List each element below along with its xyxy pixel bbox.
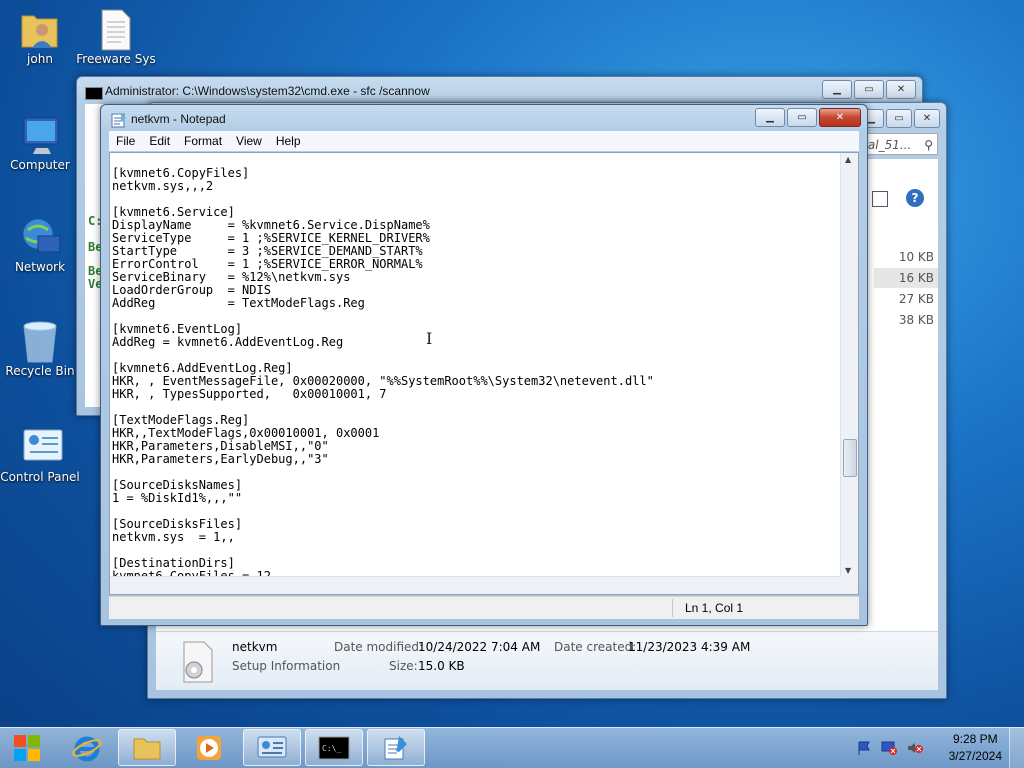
explorer-close-button[interactable]: ✕ bbox=[914, 109, 940, 128]
menu-edit[interactable]: Edit bbox=[142, 131, 177, 151]
explorer-search-input[interactable]: ral_51... ⚲ bbox=[858, 133, 938, 155]
file-size: 16 KB bbox=[874, 268, 938, 288]
network-icon bbox=[20, 216, 61, 256]
vertical-scrollbar[interactable]: ▲ ▼ bbox=[840, 153, 858, 577]
date-modified-value: 10/24/2022 7:04 AM bbox=[418, 640, 541, 654]
taskbar-control-panel[interactable] bbox=[243, 729, 301, 766]
volume-muted-icon[interactable] bbox=[906, 740, 924, 756]
notepad-close-button[interactable]: ✕ bbox=[819, 108, 861, 127]
menu-help[interactable]: Help bbox=[269, 131, 308, 151]
notepad-window[interactable]: netkvm - Notepad ▁ ▭ ✕ File Edit Format … bbox=[100, 104, 868, 626]
notepad-app-icon bbox=[111, 112, 127, 131]
file-size: 27 KB bbox=[898, 292, 934, 306]
desktop-icon-control-panel[interactable]: Control Panel bbox=[0, 426, 80, 484]
desktop-icon-john[interactable]: john bbox=[0, 8, 80, 66]
folder-icon bbox=[133, 738, 161, 759]
notepad-menubar: File Edit Format View Help bbox=[109, 131, 859, 151]
notepad-text-content: [kvmnet6.CopyFiles] netkvm.sys,,,2 [kvmn… bbox=[112, 166, 654, 583]
action-center-flag-icon[interactable] bbox=[856, 740, 872, 756]
desktop-icon-network[interactable]: Network bbox=[0, 216, 80, 274]
horizontal-scrollbar[interactable] bbox=[110, 576, 841, 594]
setup-file-icon bbox=[178, 640, 218, 687]
details-pane: netkvm Setup Information Date modified: … bbox=[156, 631, 938, 690]
notepad-maximize-button[interactable]: ▭ bbox=[787, 108, 817, 127]
start-button[interactable] bbox=[0, 729, 54, 766]
scroll-down-arrow-icon[interactable]: ▼ bbox=[845, 566, 851, 575]
windows-logo-icon bbox=[14, 734, 40, 761]
cmd-minimize-button[interactable]: ▁ bbox=[822, 80, 852, 99]
user-folder-icon bbox=[20, 8, 60, 48]
internet-explorer-icon bbox=[72, 736, 102, 761]
explorer-maximize-button[interactable]: ▭ bbox=[886, 109, 912, 128]
taskbar-file-explorer[interactable] bbox=[118, 729, 176, 766]
details-file-name: netkvm bbox=[232, 640, 278, 654]
preview-pane-icon[interactable] bbox=[872, 191, 888, 207]
notepad-text-area[interactable]: [kvmnet6.CopyFiles] netkvm.sys,,,2 [kvmn… bbox=[109, 152, 859, 595]
clock-date: 3/27/2024 bbox=[948, 749, 1002, 763]
document-icon bbox=[96, 8, 136, 51]
size-value: 15.0 KB bbox=[418, 659, 465, 673]
vertical-scroll-thumb[interactable] bbox=[843, 439, 857, 478]
network-disconnected-icon[interactable] bbox=[880, 740, 898, 756]
cursor-position: Ln 1, Col 1 bbox=[685, 601, 744, 615]
details-file-type: Setup Information bbox=[232, 659, 341, 673]
taskbar-notepad[interactable] bbox=[367, 729, 425, 766]
svg-text:C:\_: C:\_ bbox=[322, 744, 341, 753]
taskbar: C:\_ 9:28 PM 3/27/2024 bbox=[0, 727, 1024, 768]
scroll-up-arrow-icon[interactable]: ▲ bbox=[845, 155, 851, 164]
desktop-icon-computer[interactable]: Computer bbox=[0, 114, 80, 172]
menu-file[interactable]: File bbox=[109, 131, 142, 151]
control-panel-icon bbox=[257, 736, 287, 757]
taskbar-media-player[interactable] bbox=[180, 729, 238, 766]
desktop-icon-recycle-bin[interactable]: Recycle Bin bbox=[0, 320, 80, 378]
notepad-statusbar: Ln 1, Col 1 bbox=[109, 596, 859, 619]
text-cursor-icon: I bbox=[426, 329, 433, 348]
menu-format[interactable]: Format bbox=[177, 131, 229, 151]
help-icon[interactable]: ? bbox=[906, 189, 924, 207]
desktop-icon-freeware-sys[interactable]: Freeware Sys bbox=[76, 8, 156, 66]
file-size: 38 KB bbox=[898, 313, 934, 327]
size-label: Size: bbox=[389, 659, 418, 673]
cmd-maximize-button[interactable]: ▭ bbox=[854, 80, 884, 99]
taskbar-cmd[interactable]: C:\_ bbox=[305, 729, 363, 766]
search-icon: ⚲ bbox=[924, 138, 933, 152]
cmd-window-title: Administrator: C:\Windows\system32\cmd.e… bbox=[105, 84, 430, 98]
menu-view[interactable]: View bbox=[229, 131, 269, 151]
date-created-value: 11/23/2023 4:39 AM bbox=[628, 640, 751, 654]
clock-time: 9:28 PM bbox=[952, 732, 998, 746]
media-player-icon bbox=[197, 735, 221, 760]
cmd-icon bbox=[85, 87, 103, 100]
cmd-icon: C:\_ bbox=[318, 736, 350, 759]
computer-icon bbox=[20, 114, 60, 154]
system-tray bbox=[856, 728, 924, 768]
taskbar-clock[interactable]: 9:28 PM 3/27/2024 bbox=[949, 731, 1002, 765]
date-modified-label: Date modified: bbox=[334, 640, 424, 654]
notepad-minimize-button[interactable]: ▁ bbox=[755, 108, 785, 127]
show-desktop-button[interactable] bbox=[1009, 728, 1024, 768]
date-created-label: Date created: bbox=[554, 640, 637, 654]
control-panel-icon bbox=[20, 426, 63, 466]
file-size: 10 KB bbox=[898, 250, 934, 264]
taskbar-internet-explorer[interactable] bbox=[58, 729, 116, 766]
notepad-window-title: netkvm - Notepad bbox=[131, 112, 226, 126]
recycle-bin-icon bbox=[20, 320, 60, 363]
scrollbar-corner bbox=[841, 577, 858, 594]
notepad-icon bbox=[384, 735, 407, 759]
cmd-close-button[interactable]: ✕ bbox=[886, 80, 916, 99]
